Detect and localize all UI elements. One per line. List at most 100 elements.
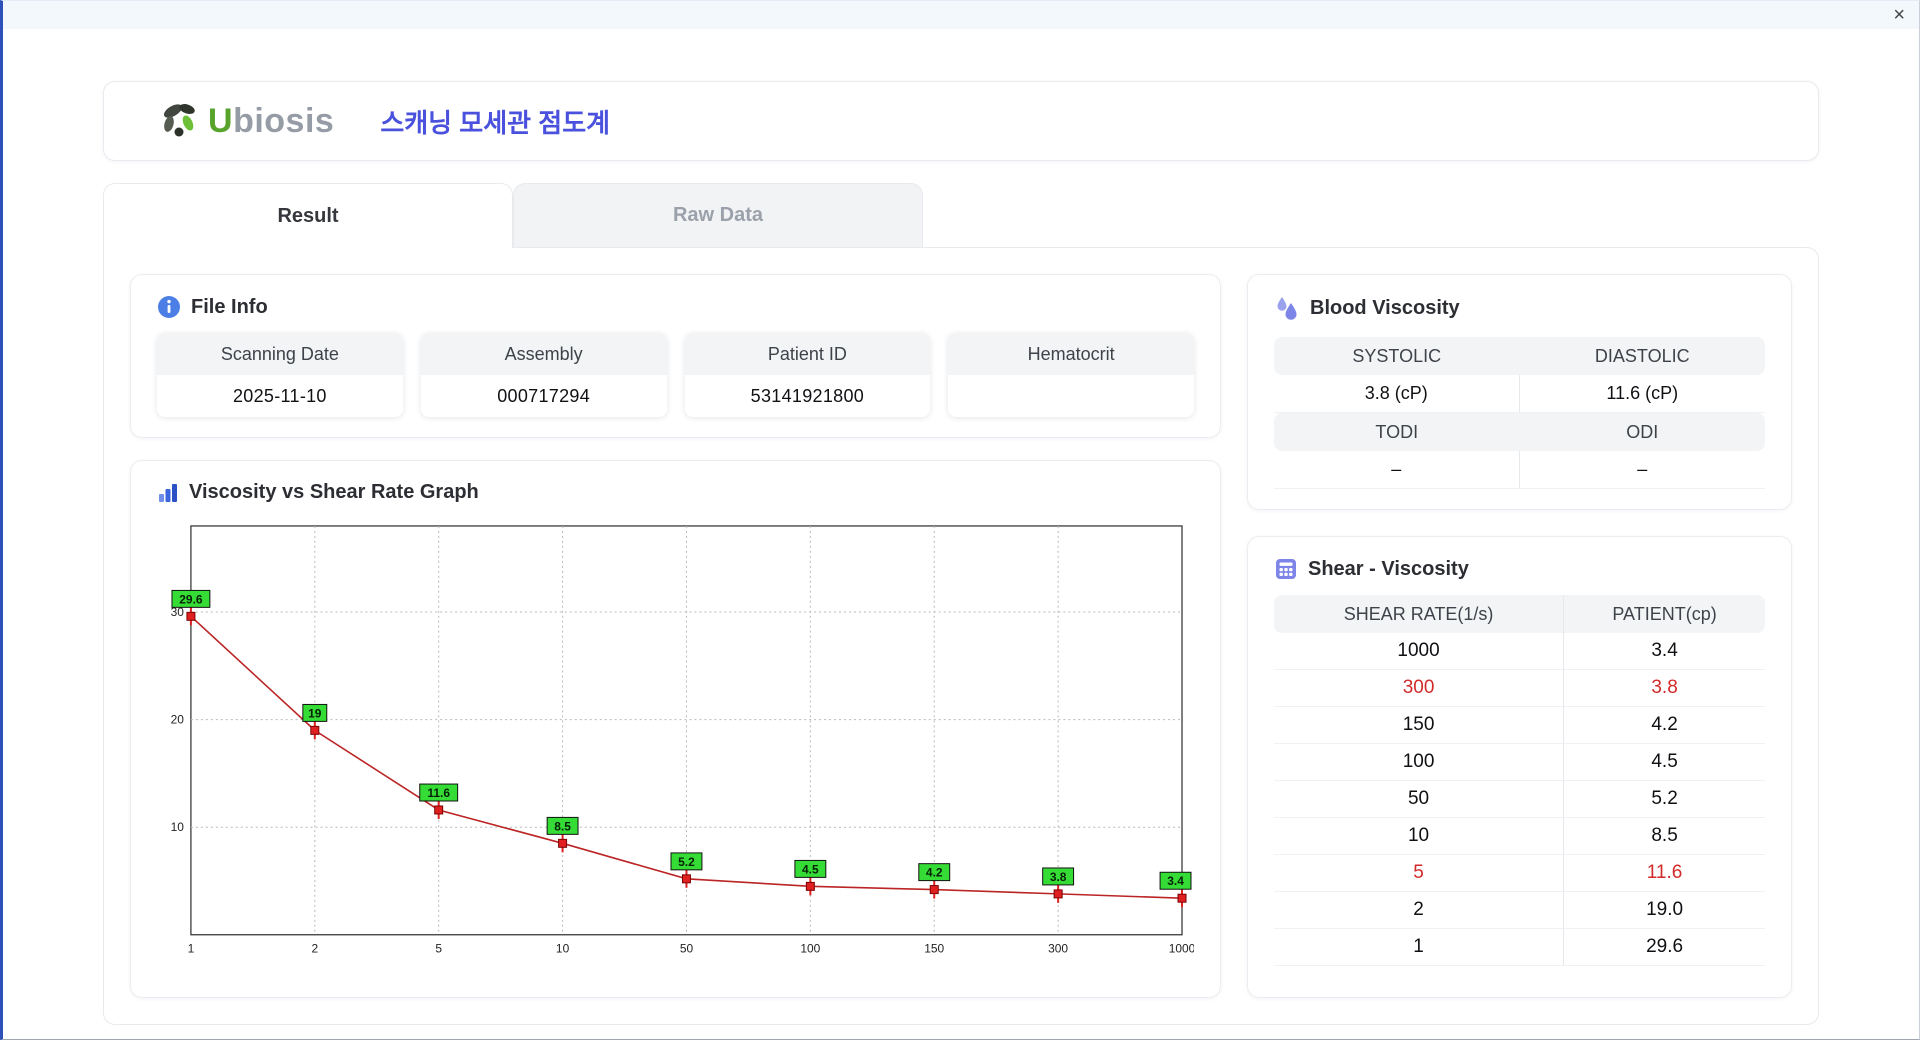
file-info-field-scanning-date: Scanning Date 2025-11-10 [157, 333, 403, 417]
patient-viscosity-cell: 5.2 [1564, 781, 1765, 818]
patient-viscosity-cell: 3.4 [1564, 633, 1765, 670]
x-tick-label: 50 [680, 942, 694, 956]
data-point-label: 4.2 [926, 866, 943, 880]
shear-row-300: 300 3.8 [1274, 670, 1765, 707]
shear-row-50: 50 5.2 [1274, 781, 1765, 818]
x-tick-label: 5 [435, 942, 442, 956]
logo-letter-u: U [208, 101, 234, 140]
patient-viscosity-cell: 3.8 [1564, 670, 1765, 707]
column-header-patient-cp: PATIENT(cp) [1564, 595, 1765, 633]
x-tick-label: 300 [1048, 942, 1068, 956]
x-tick-label: 1000 [1169, 942, 1194, 956]
x-tick-label: 100 [800, 942, 820, 956]
data-point [805, 881, 815, 891]
systolic-value: 3.8 (cP) [1274, 375, 1520, 413]
shear-rate-cell: 1000 [1274, 633, 1565, 670]
blood-viscosity-title: Blood Viscosity [1310, 296, 1460, 319]
field-value: 53141921800 [750, 385, 865, 406]
tab-raw-data[interactable]: Raw Data [513, 183, 923, 247]
shear-viscosity-title-row: Shear - Viscosity [1274, 557, 1765, 581]
data-point-label: 3.4 [1167, 874, 1184, 888]
x-tick-label: 2 [311, 942, 318, 956]
shear-rate-cell: 2 [1274, 892, 1565, 929]
data-point [1053, 889, 1063, 899]
field-value [948, 375, 1194, 417]
ubiosis-logo: Ubiosis [158, 100, 334, 142]
graph-card: Viscosity vs Shear Rate Graph 10 20 30 1 2 5 1… [130, 460, 1221, 998]
shear-row-1: 1 29.6 [1274, 929, 1765, 966]
diastolic-label: DIASTOLIC [1519, 337, 1765, 375]
todi-label: TODI [1274, 413, 1520, 451]
x-tick-label: 10 [556, 942, 570, 956]
shear-rate-cell: 10 [1274, 818, 1565, 855]
calculator-icon [1276, 559, 1296, 579]
file-info-card: File Info Scanning Date 2025-11-10 Assembl… [130, 274, 1221, 438]
tab-result[interactable]: Result [103, 183, 513, 248]
patient-viscosity-cell: 11.6 [1564, 855, 1765, 892]
data-point-label: 3.8 [1050, 870, 1067, 884]
file-info-field-hematocrit: Hematocrit [948, 333, 1194, 417]
data-point [1177, 893, 1187, 903]
page-title: 스캐닝 모세관 점도계 [380, 107, 611, 138]
column-header-shear-rate-1-s: SHEAR RATE(1/s) [1274, 595, 1565, 633]
shear-rate-cell: 1 [1274, 929, 1565, 966]
page: Ubiosis 스캐닝 모세관 점도계 Result Raw Data File [3, 29, 1919, 1025]
close-icon[interactable]: × [1893, 5, 1905, 25]
data-point-label: 4.5 [802, 862, 819, 876]
titlebar: × [3, 1, 1919, 29]
shear-viscosity-table: SHEAR RATE(1/s) PATIENT(cp) 1000 3.4 300 3.8 1… [1274, 595, 1765, 966]
shear-rate-cell: 150 [1274, 707, 1565, 744]
main-panel: File Info Scanning Date 2025-11-10 Assembl… [103, 247, 1819, 1025]
field-label: Scanning Date [157, 333, 403, 375]
field-label: Hematocrit [948, 333, 1194, 375]
data-point-label: 29.6 [179, 592, 203, 606]
field-label: Assembly [420, 333, 667, 375]
data-point [434, 805, 444, 815]
shear-table-header-row: SHEAR RATE(1/s) PATIENT(cp) [1274, 595, 1765, 633]
data-point-label: 8.5 [554, 819, 571, 833]
odi-value: – [1519, 451, 1765, 489]
header: Ubiosis 스캐닝 모세관 점도계 [103, 81, 1819, 161]
viscosity-chart-container: 10 20 30 1 2 5 10 50 100 150 300 1000 29.6 19 11.6 8.5 5… [157, 514, 1194, 963]
file-info-field-patient-id: Patient ID 53141921800 [684, 333, 931, 417]
graph-title: Viscosity vs Shear Rate Graph [189, 481, 479, 503]
blood-viscosity-card: Blood Viscosity SYSTOLIC DIASTOLIC 3.8 (cP… [1247, 274, 1792, 510]
field-value: 000717294 [497, 385, 591, 406]
data-point-label: 5.2 [678, 855, 695, 869]
diastolic-value: 11.6 (cP) [1519, 375, 1765, 413]
blood-viscosity-grid: SYSTOLIC DIASTOLIC 3.8 (cP) 11.6 (cP) TODI OD… [1274, 337, 1765, 489]
shear-row-5: 5 11.6 [1274, 855, 1765, 892]
data-point-label: 19 [308, 706, 322, 720]
y-tick-label: 20 [171, 713, 185, 727]
file-info-field-assembly: Assembly 000717294 [420, 333, 667, 417]
file-info-title-row: File Info [157, 295, 1194, 319]
shear-rate-cell: 100 [1274, 744, 1565, 781]
patient-viscosity-cell: 19.0 [1564, 892, 1765, 929]
field-value: 2025-11-10 [233, 385, 327, 406]
ubiosis-logo-text: Ubiosis [208, 102, 334, 141]
right-column: Blood Viscosity SYSTOLIC DIASTOLIC 3.8 (cP… [1247, 274, 1792, 998]
app-window: × Ubiosis 스캐닝 모세관 점도계 Result Raw Data Fi… [0, 0, 1920, 1040]
patient-viscosity-cell: 29.6 [1564, 929, 1765, 966]
patient-viscosity-cell: 4.5 [1564, 744, 1765, 781]
ubiosis-logo-mark [163, 104, 195, 137]
x-tick-label: 150 [924, 942, 944, 956]
data-point [929, 885, 939, 895]
blood-viscosity-title-row: Blood Viscosity [1274, 295, 1765, 321]
file-info-fields: Scanning Date 2025-11-10 Assembly 000717294… [157, 333, 1194, 417]
shear-row-150: 150 4.2 [1274, 707, 1765, 744]
odi-label: ODI [1519, 413, 1765, 451]
shear-rate-cell: 50 [1274, 781, 1565, 818]
droplet-icon [1277, 297, 1297, 320]
systolic-label: SYSTOLIC [1274, 337, 1520, 375]
shear-row-100: 100 4.5 [1274, 744, 1765, 781]
info-icon [158, 296, 180, 318]
data-point-label: 11.6 [427, 786, 450, 800]
patient-viscosity-cell: 4.2 [1564, 707, 1765, 744]
logo-word-biosis: biosis [233, 101, 335, 140]
shear-row-10: 10 8.5 [1274, 818, 1765, 855]
viscosity-shear-chart: 1020301 2 5 10 50 100 150 300 100029.61911.68.55… [171, 525, 1194, 956]
file-info-title: File Info [191, 295, 268, 318]
shear-row-2: 2 19.0 [1274, 892, 1765, 929]
shear-row-1000: 1000 3.4 [1274, 633, 1765, 670]
